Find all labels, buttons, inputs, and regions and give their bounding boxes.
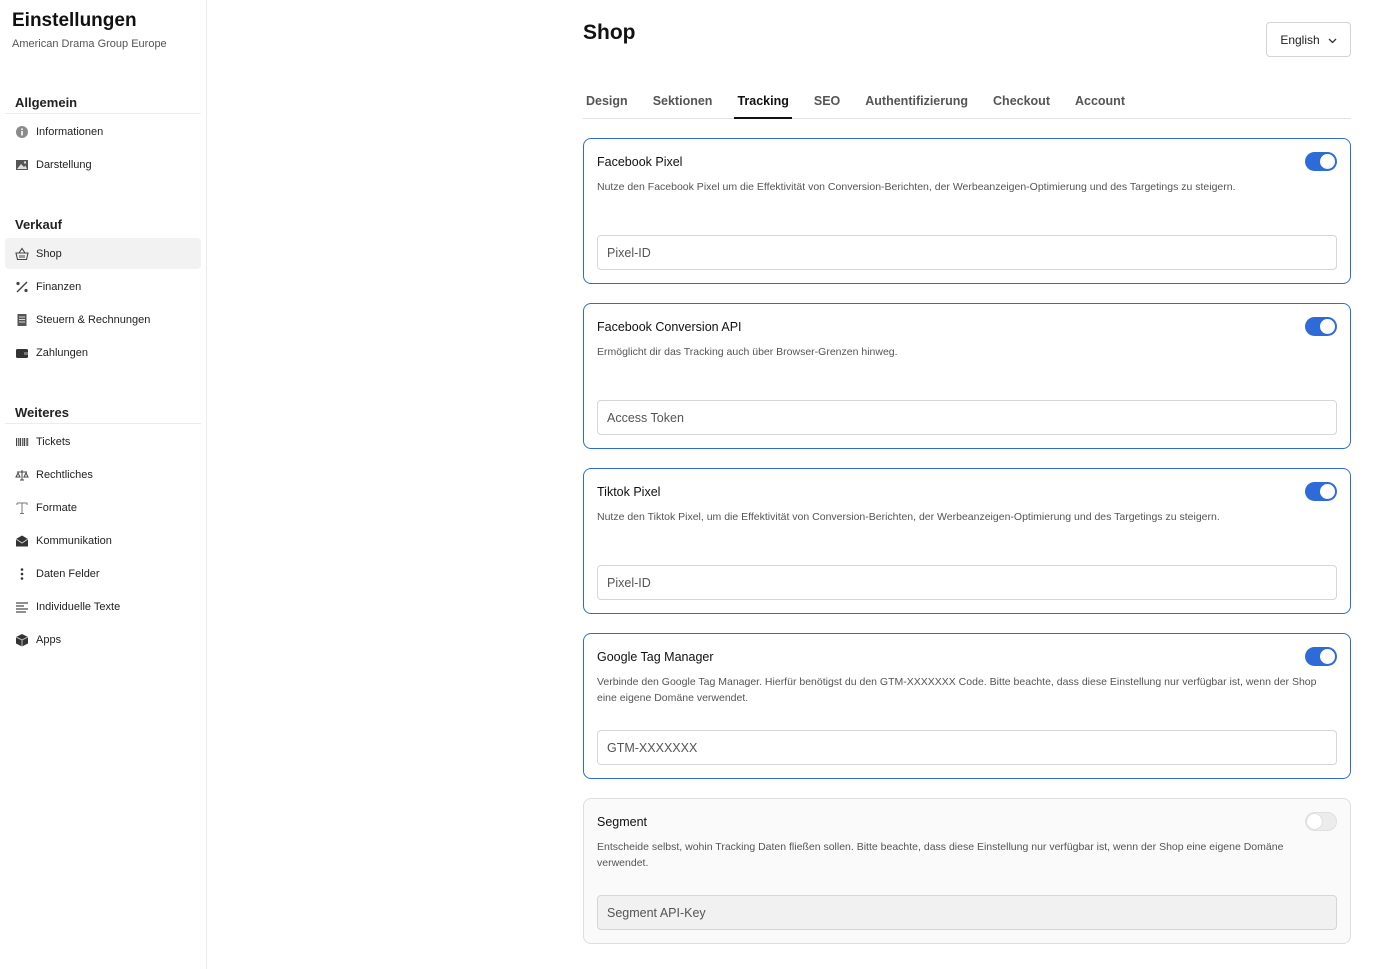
card-title: Google Tag Manager bbox=[597, 650, 714, 664]
tab-account[interactable]: Account bbox=[1072, 88, 1128, 119]
sidebar-item-label: Tickets bbox=[36, 435, 71, 448]
sidebar-heading: Allgemein bbox=[5, 92, 201, 114]
cube-icon bbox=[15, 633, 29, 647]
sidebar-item-shop[interactable]: Shop bbox=[5, 238, 201, 269]
info-icon bbox=[15, 125, 29, 139]
sidebar-item-label: Zahlungen bbox=[36, 346, 88, 359]
sidebar-item-label: Finanzen bbox=[36, 280, 82, 293]
card-description: Ermöglicht dir das Tracking auch über Br… bbox=[597, 346, 898, 358]
barcode-icon bbox=[15, 435, 29, 449]
google-tag-manager-toggle[interactable] bbox=[1305, 647, 1337, 666]
language-label: English bbox=[1280, 32, 1320, 47]
sidebar-item-rechtliches[interactable]: Rechtliches bbox=[5, 459, 201, 490]
sidebar-item-darstellung[interactable]: Darstellung bbox=[5, 149, 201, 180]
tracking-card-facebook-conversion-api: Facebook Conversion API Ermöglicht dir d… bbox=[583, 303, 1351, 449]
tab-design[interactable]: Design bbox=[583, 88, 631, 119]
sidebar-item-zahlungen[interactable]: Zahlungen bbox=[5, 337, 201, 368]
sidebar-item-steuern[interactable]: Steuern & Rechnungen bbox=[5, 304, 201, 335]
tab-seo[interactable]: SEO bbox=[811, 88, 843, 119]
sidebar-heading: Weiteres bbox=[5, 402, 201, 424]
sidebar-item-individuelle-texte[interactable]: Individuelle Texte bbox=[5, 591, 201, 622]
percent-icon bbox=[15, 280, 29, 294]
sidebar-item-label: Shop bbox=[36, 247, 62, 260]
gtm-code-input[interactable] bbox=[597, 730, 1337, 765]
toggle-knob bbox=[1320, 319, 1335, 334]
settings-tabs: Design Sektionen Tracking SEO Authentifi… bbox=[583, 88, 1351, 119]
tiktok-pixel-id-input[interactable] bbox=[597, 565, 1337, 600]
card-title: Segment bbox=[597, 815, 648, 829]
tab-authentifizierung[interactable]: Authentifizierung bbox=[862, 88, 971, 119]
basket-icon bbox=[15, 247, 29, 261]
dots-vertical-icon bbox=[15, 567, 29, 581]
sidebar-item-label: Informationen bbox=[36, 125, 104, 138]
scale-icon bbox=[15, 468, 29, 482]
facebook-conversion-api-toggle[interactable] bbox=[1305, 317, 1337, 336]
facebook-pixel-toggle[interactable] bbox=[1305, 152, 1337, 171]
sidebar-item-tickets[interactable]: Tickets bbox=[5, 426, 201, 457]
card-title: Facebook Pixel bbox=[597, 155, 683, 169]
sidebar-item-label: Darstellung bbox=[36, 158, 92, 171]
toggle-knob bbox=[1320, 649, 1335, 664]
facebook-pixel-id-input[interactable] bbox=[597, 235, 1337, 270]
sidebar-item-label: Rechtliches bbox=[36, 468, 93, 481]
sidebar-item-informationen[interactable]: Informationen bbox=[5, 116, 201, 147]
sidebar-item-kommunikation[interactable]: Kommunikation bbox=[5, 525, 201, 556]
tab-checkout[interactable]: Checkout bbox=[990, 88, 1053, 119]
mail-icon bbox=[15, 534, 29, 548]
text-icon bbox=[15, 501, 29, 515]
toggle-knob bbox=[1320, 154, 1335, 169]
sidebar-item-finanzen[interactable]: Finanzen bbox=[5, 271, 201, 302]
toggle-knob bbox=[1307, 814, 1322, 829]
wallet-icon bbox=[15, 346, 29, 360]
tracking-card-google-tag-manager: Google Tag Manager Verbinde den Google T… bbox=[583, 633, 1351, 779]
sidebar-item-label: Kommunikation bbox=[36, 534, 112, 547]
sidebar-item-label: Individuelle Texte bbox=[36, 600, 121, 613]
tracking-card-facebook-pixel: Facebook Pixel Nutze den Facebook Pixel … bbox=[583, 138, 1351, 284]
sidebar-section-weiteres: Weiteres Tickets Rechtliches Formate Kom… bbox=[5, 402, 201, 655]
sidebar-item-formate[interactable]: Formate bbox=[5, 492, 201, 523]
settings-sidebar: Einstellungen American Drama Group Europ… bbox=[0, 0, 207, 969]
toggle-knob bbox=[1320, 484, 1335, 499]
sidebar-item-label: Daten Felder bbox=[36, 567, 100, 580]
card-description: Verbinde den Google Tag Manager. Hierfür… bbox=[597, 676, 1317, 704]
sidebar-section-allgemein: Allgemein Informationen Darstellung bbox=[5, 92, 201, 180]
sidebar-item-label: Apps bbox=[36, 633, 62, 646]
image-icon bbox=[15, 158, 29, 172]
sidebar-subtitle: American Drama Group Europe bbox=[12, 38, 167, 50]
sidebar-section-verkauf: Verkauf Shop Finanzen Steuern & Rechnung… bbox=[5, 214, 201, 368]
segment-api-key-input[interactable] bbox=[597, 895, 1337, 930]
sidebar-item-label: Formate bbox=[36, 501, 77, 514]
access-token-input[interactable] bbox=[597, 400, 1337, 435]
card-title: Facebook Conversion API bbox=[597, 320, 742, 334]
tracking-card-tiktok-pixel: Tiktok Pixel Nutze den Tiktok Pixel, um … bbox=[583, 468, 1351, 614]
sidebar-item-label: Steuern & Rechnungen bbox=[36, 313, 151, 326]
tab-tracking[interactable]: Tracking bbox=[734, 88, 792, 119]
language-select[interactable]: English bbox=[1266, 22, 1351, 57]
tracking-card-segment: Segment Entscheide selbst, wohin Trackin… bbox=[583, 798, 1351, 944]
lines-icon bbox=[15, 600, 29, 614]
segment-toggle[interactable] bbox=[1305, 812, 1337, 831]
sidebar-item-apps[interactable]: Apps bbox=[5, 624, 201, 655]
sidebar-heading: Verkauf bbox=[15, 217, 62, 232]
card-description: Entscheide selbst, wohin Tracking Daten … bbox=[597, 841, 1284, 869]
chevron-down-icon bbox=[1328, 33, 1337, 47]
sidebar-item-daten-felder[interactable]: Daten Felder bbox=[5, 558, 201, 589]
card-title: Tiktok Pixel bbox=[597, 485, 661, 499]
card-description: Nutze den Facebook Pixel um die Effektiv… bbox=[597, 181, 1236, 193]
sidebar-title: Einstellungen bbox=[12, 10, 137, 31]
page-title: Shop bbox=[583, 21, 636, 44]
receipt-icon bbox=[15, 313, 29, 327]
card-description: Nutze den Tiktok Pixel, um die Effektivi… bbox=[597, 511, 1220, 523]
tiktok-pixel-toggle[interactable] bbox=[1305, 482, 1337, 501]
tab-sektionen[interactable]: Sektionen bbox=[650, 88, 716, 119]
